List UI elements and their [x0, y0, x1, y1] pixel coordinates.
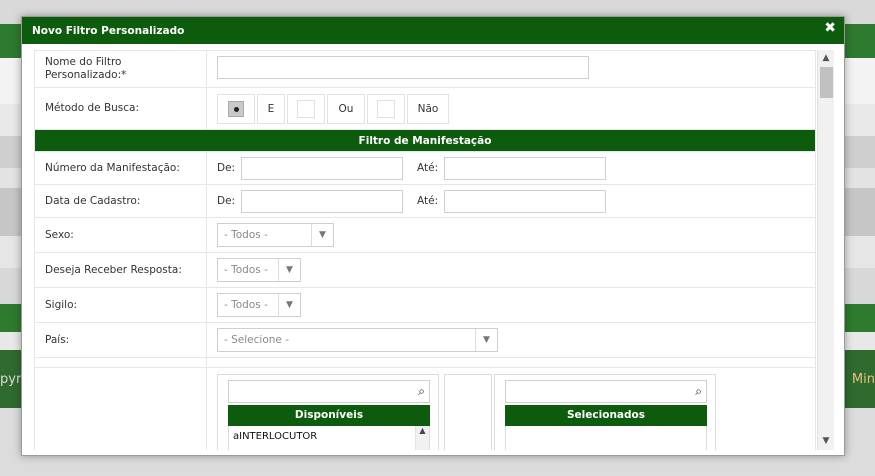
section-header: Filtro de Manifestação	[34, 129, 816, 152]
chevron-up-icon[interactable]: ▲	[415, 426, 429, 450]
chevron-down-icon: ▼	[475, 329, 497, 351]
row-metodo: Método de Busca: E Ou Não	[34, 87, 816, 130]
metodo-e-label: E	[257, 93, 285, 124]
metodo-ou-label: Ou	[327, 93, 365, 124]
resposta-label: Deseja Receber Resposta:	[34, 252, 207, 288]
radio-empty-icon	[297, 99, 315, 118]
selecionados-header: Selecionados	[505, 405, 707, 426]
scroll-up-icon[interactable]: ▲	[818, 51, 834, 66]
section-title: Filtro de Manifestação	[34, 129, 816, 152]
row-pais: País: - Selecione - ▼	[34, 322, 816, 358]
row-data: Data de Cadastro: De: Até:	[34, 184, 816, 218]
pais-selected-value: - Selecione -	[224, 334, 289, 346]
data-de-input[interactable]	[241, 189, 403, 213]
data-range: De: Até:	[217, 189, 805, 213]
filter-form: Nome do Filtro Personalizado:* Método de…	[34, 50, 816, 450]
metodo-nao-radio-box[interactable]	[367, 93, 405, 124]
radio-empty-icon	[377, 99, 395, 118]
list-item[interactable]: aINTERLOCUTOR	[233, 431, 317, 442]
chevron-down-icon: ▼	[278, 259, 300, 281]
dialog-body: Nome do Filtro Personalizado:* Método de…	[34, 50, 829, 450]
selecionados-panel: ⌕ Selecionados	[494, 374, 716, 450]
de-label: De:	[217, 162, 236, 174]
row-nome: Nome do Filtro Personalizado:*	[34, 50, 816, 88]
numero-range: De: Até:	[217, 156, 805, 180]
chevron-down-icon: ▼	[278, 294, 300, 316]
filter-dialog: Novo Filtro Personalizado ✖ Nome do Filt…	[21, 16, 845, 456]
search-icon: ⌕	[695, 384, 702, 398]
nome-label: Nome do Filtro Personalizado:*	[34, 50, 207, 88]
nome-filtro-input[interactable]	[217, 56, 589, 79]
bg-footer-text-right: Min	[851, 372, 875, 387]
sexo-select[interactable]: - Todos - ▼	[217, 223, 334, 247]
selecionados-search-input[interactable]: ⌕	[505, 380, 707, 403]
pais-select[interactable]: - Selecione - ▼	[217, 328, 498, 352]
row-sigilo: Sigilo: - Todos - ▼	[34, 287, 816, 323]
chevron-down-icon: ▼	[311, 224, 333, 246]
sigilo-select[interactable]: - Todos - ▼	[217, 293, 301, 317]
dialog-scrollbar[interactable]: ▲ ▼	[817, 50, 834, 450]
row-spacer	[34, 357, 816, 368]
sigilo-label: Sigilo:	[34, 287, 207, 323]
sexo-selected-value: - Todos -	[224, 229, 268, 241]
metodo-label: Método de Busca:	[34, 87, 207, 130]
scrollbar-thumb[interactable]	[820, 67, 833, 98]
row-resposta: Deseja Receber Resposta: - Todos - ▼	[34, 252, 816, 288]
radio-selected-icon	[228, 100, 244, 117]
disponiveis-panel: ⌕ Disponíveis aINTERLOCUTOR ▲	[217, 374, 439, 450]
ate-label: Até:	[417, 195, 439, 207]
resposta-select[interactable]: - Todos - ▼	[217, 258, 301, 282]
transfer-buttons-panel	[444, 374, 492, 450]
resposta-selected-value: - Todos -	[224, 264, 268, 276]
dialog-titlebar: Novo Filtro Personalizado ✖	[22, 17, 844, 44]
ate-label: Até:	[417, 162, 439, 174]
row-numero: Número da Manifestação: De: Até:	[34, 151, 816, 185]
de-label: De:	[217, 195, 236, 207]
disponiveis-list[interactable]: aINTERLOCUTOR ▲	[228, 426, 430, 450]
metodo-busca-group: E Ou Não	[217, 93, 805, 124]
metodo-nao-label: Não	[407, 93, 449, 124]
numero-label: Número da Manifestação:	[34, 151, 207, 185]
pais-label: País:	[34, 322, 207, 358]
numero-de-input[interactable]	[241, 156, 403, 180]
data-label: Data de Cadastro:	[34, 184, 207, 218]
metodo-ou-radio-box[interactable]	[287, 93, 325, 124]
data-ate-input[interactable]	[444, 189, 606, 213]
selecionados-list[interactable]	[505, 426, 707, 450]
search-icon: ⌕	[418, 384, 425, 398]
sigilo-selected-value: - Todos -	[224, 299, 268, 311]
disponiveis-search-input[interactable]: ⌕	[228, 380, 430, 403]
row-campos: ⌕ Disponíveis aINTERLOCUTOR ▲ ⌕ Selecion…	[34, 367, 816, 450]
close-icon[interactable]: ✖	[824, 20, 836, 36]
numero-ate-input[interactable]	[444, 156, 606, 180]
disponiveis-header: Disponíveis	[228, 405, 430, 426]
scroll-down-icon[interactable]: ▼	[818, 434, 834, 449]
bg-footer-text-left: pyr	[0, 372, 22, 387]
row-sexo: Sexo: - Todos - ▼	[34, 217, 816, 253]
metodo-e-radio-box[interactable]	[217, 93, 255, 124]
sexo-label: Sexo:	[34, 217, 207, 253]
dialog-title: Novo Filtro Personalizado	[32, 24, 185, 37]
